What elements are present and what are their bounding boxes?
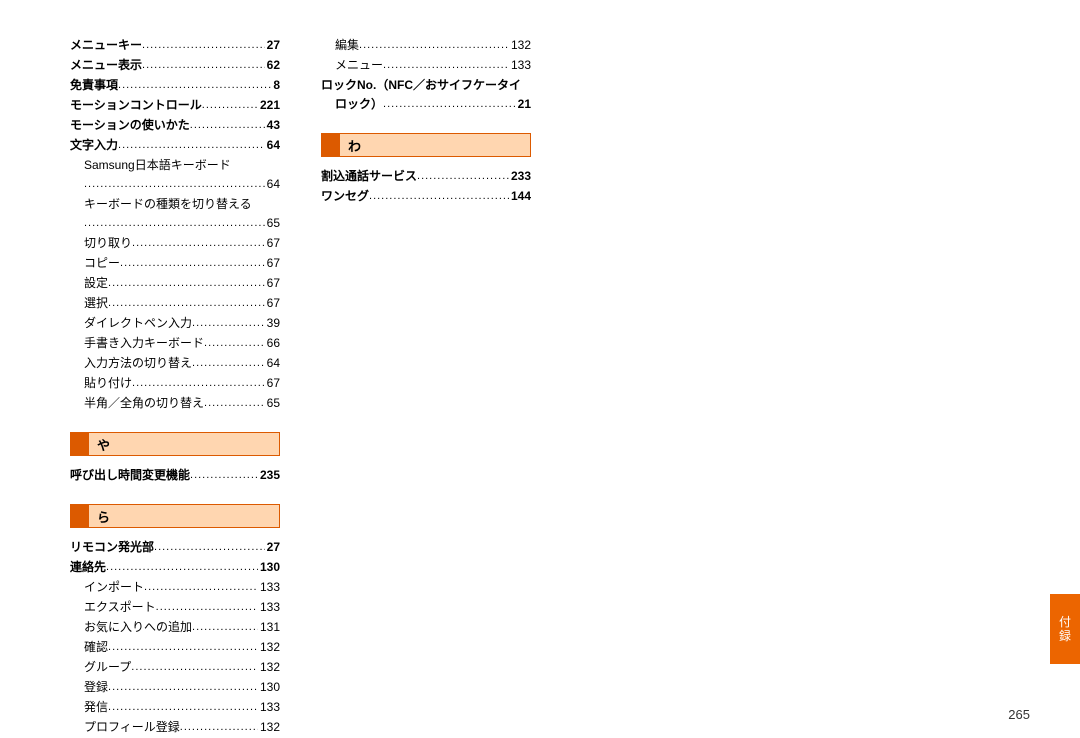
index-entry: 設定67: [70, 274, 280, 294]
index-entry: 登録130: [70, 678, 280, 698]
index-entry: ダイレクトペン入力39: [70, 314, 280, 334]
index-entry: モーションコントロール221: [70, 96, 280, 116]
index-entry: リモコン発光部27: [70, 538, 280, 558]
index-entry: 入力方法の切り替え64: [70, 354, 280, 374]
index-entry: 発信133: [70, 698, 280, 718]
index-entry: 65: [70, 214, 280, 234]
index-column-right: 編集132メニュー133 ロックNo.（NFC／おサイフケータイ ロック）21 …: [321, 36, 531, 207]
index-entry: 確認132: [70, 638, 280, 658]
index-entry-wrap: Samsung日本語キーボード: [70, 156, 280, 175]
index-entry: メニューキー27: [70, 36, 280, 56]
page-number: 265: [1008, 707, 1030, 722]
index-entry: 文字入力64: [70, 136, 280, 156]
side-tab-label: 付録: [1059, 615, 1071, 643]
index-entry: 切り取り67: [70, 234, 280, 254]
index-entry: コピー67: [70, 254, 280, 274]
index-entry: エクスポート133: [70, 598, 280, 618]
index-entry: 連絡先130: [70, 558, 280, 578]
index-column-left: メニューキー27メニュー表示62免責事項8モーションコントロール221モーション…: [70, 36, 280, 738]
index-entry: 半角／全角の切り替え65: [70, 394, 280, 414]
index-entry: 呼び出し時間変更機能235: [70, 466, 280, 486]
index-entry: 割込通話サービス233: [321, 167, 531, 187]
index-entry: ワンセグ144: [321, 187, 531, 207]
side-tab-appendix: 付録: [1050, 594, 1080, 664]
section-header-wa: わ: [321, 133, 531, 157]
index-entry-wrap: キーボードの種類を切り替える: [70, 195, 280, 214]
index-entry: プロフィール登録132: [70, 718, 280, 738]
index-entry: ロック）21: [321, 95, 531, 115]
index-entry: インポート133: [70, 578, 280, 598]
section-header-ya: や: [70, 432, 280, 456]
index-entry: 選択67: [70, 294, 280, 314]
index-entry: モーションの使いかた43: [70, 116, 280, 136]
index-entry: 貼り付け67: [70, 374, 280, 394]
index-page: メニューキー27メニュー表示62免責事項8モーションコントロール221モーション…: [0, 0, 1080, 734]
index-entry: メニュー133: [321, 56, 531, 76]
index-entry: お気に入りへの追加131: [70, 618, 280, 638]
index-entry: グループ132: [70, 658, 280, 678]
index-entry: 免責事項8: [70, 76, 280, 96]
index-entry-wrap: ロックNo.（NFC／おサイフケータイ: [321, 76, 531, 95]
index-entry: 手書き入力キーボード66: [70, 334, 280, 354]
index-entry: 編集132: [321, 36, 531, 56]
section-header-ra: ら: [70, 504, 280, 528]
index-entry: 64: [70, 175, 280, 195]
index-entry: メニュー表示62: [70, 56, 280, 76]
